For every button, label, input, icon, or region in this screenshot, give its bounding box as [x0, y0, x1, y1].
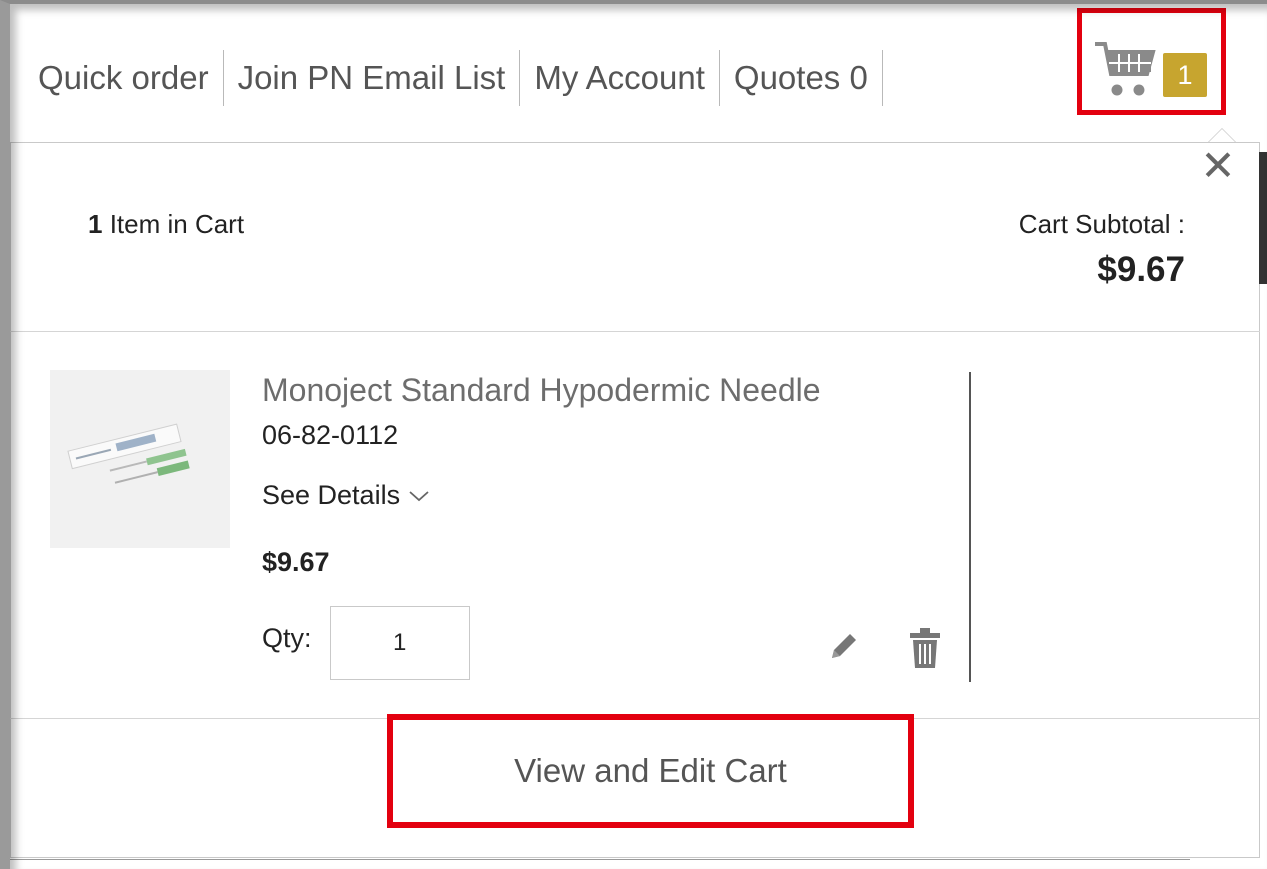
- view-and-edit-cart-button[interactable]: View and Edit Cart: [387, 714, 914, 828]
- pencil-icon: [832, 634, 856, 658]
- quotes-link[interactable]: Quotes 0: [720, 48, 882, 108]
- view-cart-label: View and Edit Cart: [514, 752, 787, 789]
- trash-icon: [910, 628, 940, 668]
- qty-label: Qty:: [262, 623, 312, 653]
- see-details-label: See Details: [262, 480, 401, 510]
- my-account-link[interactable]: My Account: [520, 48, 719, 108]
- product-sku: 06-82-0112: [262, 420, 399, 450]
- join-email-list-link[interactable]: Join PN Email List: [224, 48, 520, 108]
- product-image[interactable]: [50, 370, 230, 548]
- delete-item-button[interactable]: [908, 626, 942, 670]
- product-name-link[interactable]: Monoject Standard Hypodermic Needle: [262, 372, 821, 409]
- chevron-down-icon: [409, 490, 429, 501]
- product-price: $9.67: [262, 547, 330, 577]
- items-in-cart-count: 1 Item in Cart: [88, 209, 244, 240]
- item-count-label: Item in Cart: [102, 209, 245, 239]
- cart-count-badge: 1: [1163, 53, 1207, 97]
- item-count-number: 1: [88, 209, 103, 239]
- divider: [10, 859, 1190, 860]
- divider: [969, 372, 971, 682]
- background-edge: [1259, 152, 1267, 284]
- cart-subtotal-label: Cart Subtotal :: [1018, 209, 1185, 239]
- cart-subtotal-value: $9.67: [1097, 250, 1185, 289]
- cart-button[interactable]: 1: [1085, 18, 1225, 116]
- edit-item-button[interactable]: [826, 630, 860, 664]
- dropdown-pointer: [1207, 128, 1237, 143]
- divider: [881, 50, 883, 106]
- header-links: Quick order Join PN Email List My Accoun…: [28, 48, 883, 108]
- quantity-input[interactable]: [330, 606, 470, 680]
- quick-order-link[interactable]: Quick order: [28, 48, 223, 108]
- divider: [10, 331, 1260, 332]
- shopping-cart-icon: [1095, 42, 1156, 96]
- see-details-toggle[interactable]: See Details: [262, 480, 430, 511]
- close-icon[interactable]: ✕: [1198, 145, 1238, 187]
- needle-image-icon: [50, 370, 230, 548]
